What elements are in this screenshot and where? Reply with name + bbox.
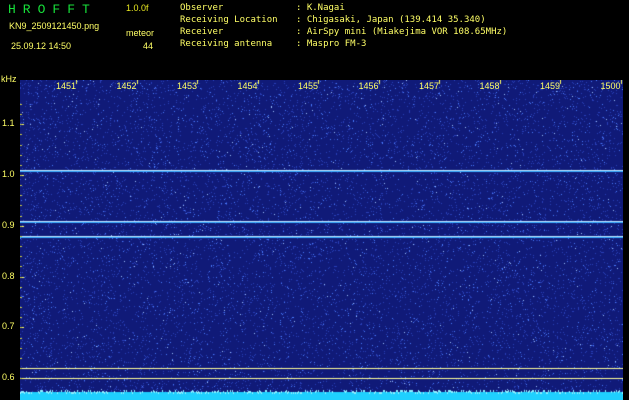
app-version: 1.0.0f bbox=[126, 3, 149, 13]
y-tick-label: 1.0 bbox=[2, 169, 15, 179]
antenna-value: : Maspro FM-3 bbox=[296, 39, 367, 49]
meteor-count: 44 bbox=[143, 41, 154, 51]
x-tick-label: 1500 bbox=[600, 81, 621, 91]
x-tick-label: 1456 bbox=[358, 81, 379, 91]
app-title: HROFFT bbox=[8, 2, 97, 17]
x-tick-label: 1454 bbox=[237, 81, 258, 91]
y-axis-unit: kHz bbox=[1, 74, 17, 84]
x-tick-label: 1451 bbox=[56, 81, 77, 91]
datetime: 25.09.12 14:50 bbox=[11, 41, 72, 51]
location-value: : Chigasaki, Japan (139.414 35.340) bbox=[296, 15, 486, 25]
file-name: KN9_2509121450.png bbox=[9, 21, 100, 31]
x-tick-label: 1459 bbox=[540, 81, 561, 91]
receiver-value: : AirSpy mini (Miakejima VOR 108.65MHz) bbox=[296, 27, 508, 37]
location-key: Receiving Location bbox=[180, 15, 278, 25]
y-tick-label: 0.9 bbox=[2, 219, 15, 230]
x-tick-label: 1458 bbox=[479, 81, 500, 91]
spectrogram-plot bbox=[20, 80, 623, 400]
y-tick-label: 0.6 bbox=[2, 372, 15, 383]
observer-key: Observer bbox=[180, 3, 224, 13]
meteor-label: meteor bbox=[126, 28, 155, 38]
header-panel: HROFFT 1.0.0f KN9_2509121450.png meteor … bbox=[0, 0, 629, 74]
x-tick-label: 1455 bbox=[298, 81, 319, 91]
x-tick-label: 1453 bbox=[177, 81, 198, 91]
y-tick-label: 0.7 bbox=[2, 321, 15, 332]
observer-value: : K.Nagai bbox=[296, 3, 345, 13]
y-tick-label: 0.8 bbox=[2, 270, 15, 281]
receiver-key: Receiver bbox=[180, 27, 224, 37]
x-tick-label: 1452 bbox=[116, 81, 137, 91]
antenna-key: Receiving antenna bbox=[180, 39, 273, 49]
y-tick-label: 1.1 bbox=[2, 118, 15, 129]
x-tick-label: 1457 bbox=[419, 81, 440, 91]
